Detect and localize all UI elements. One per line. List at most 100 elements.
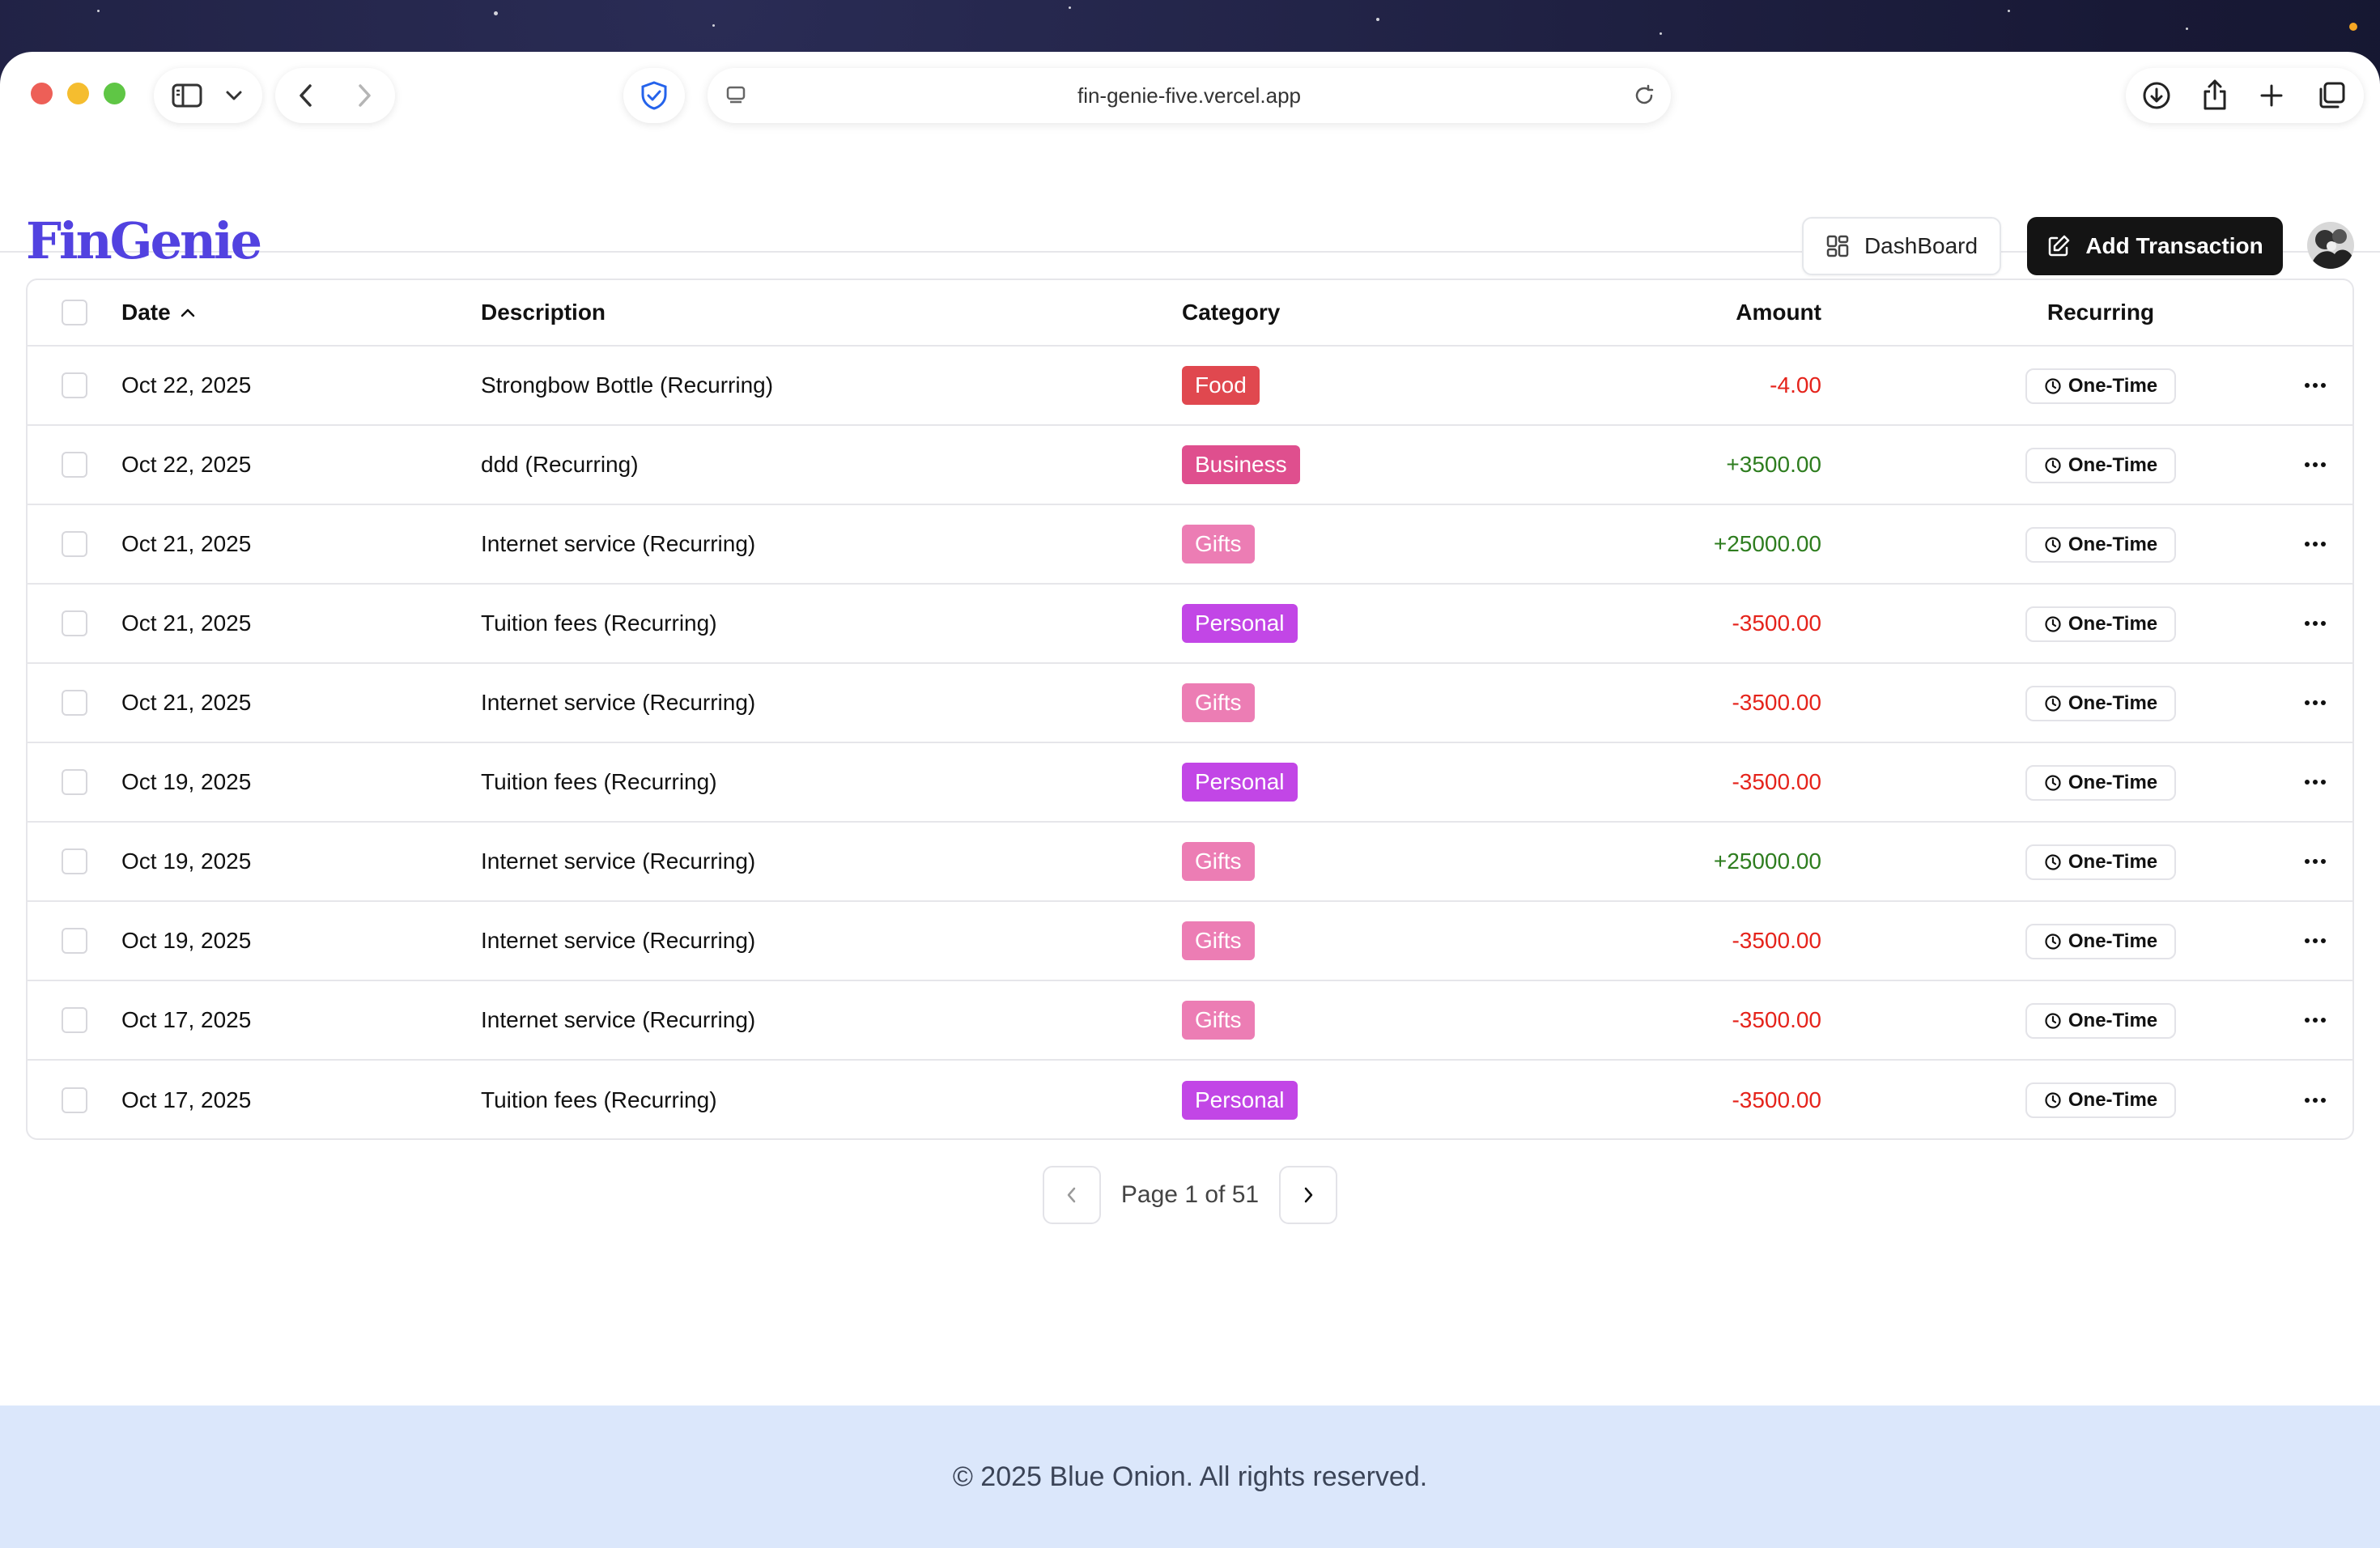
row-date: Oct 22, 2025 <box>121 372 252 398</box>
row-actions-button[interactable] <box>2291 981 2340 1059</box>
download-icon[interactable] <box>2140 79 2173 112</box>
date-header-label: Date <box>121 300 171 325</box>
chevron-down-icon[interactable] <box>220 84 248 107</box>
row-category-cell: Business <box>1182 426 1300 504</box>
clock-icon <box>2044 1091 2062 1109</box>
dashboard-button[interactable]: DashBoard <box>1802 217 2001 275</box>
row-actions-button[interactable] <box>2291 902 2340 980</box>
plus-icon[interactable] <box>2257 81 2286 110</box>
clock-icon <box>2044 933 2062 950</box>
recurring-label: One-Time <box>2068 375 2158 397</box>
page-footer: © 2025 Blue Onion. All rights reserved. <box>0 1406 2380 1548</box>
row-checkbox[interactable] <box>62 690 87 716</box>
dashboard-button-label: DashBoard <box>1864 233 1978 258</box>
address-bar[interactable]: fin-genie-five.vercel.app <box>708 68 1671 123</box>
sidebar-icon[interactable] <box>168 81 206 110</box>
tabs-icon[interactable] <box>2315 79 2348 112</box>
add-transaction-label: Add Transaction <box>2085 233 2263 258</box>
more-icon <box>2304 1017 2327 1023</box>
recurring-badge: One-Time <box>2025 606 2176 642</box>
row-category-cell: Gifts <box>1182 664 1255 742</box>
row-checkbox[interactable] <box>62 928 87 954</box>
row-category-cell: Gifts <box>1182 902 1255 980</box>
app-logo[interactable]: FinGenie <box>26 215 262 267</box>
minimize-window-button[interactable] <box>67 83 89 104</box>
share-icon[interactable] <box>2199 78 2231 112</box>
recurring-badge: One-Time <box>2025 924 2176 959</box>
row-checkbox[interactable] <box>62 769 87 795</box>
clock-icon <box>2044 615 2062 633</box>
user-avatar[interactable] <box>2307 222 2354 269</box>
category-badge: Personal <box>1182 604 1298 643</box>
row-date: Oct 21, 2025 <box>121 610 252 636</box>
row-date: Oct 21, 2025 <box>121 690 252 715</box>
row-actions-button[interactable] <box>2291 823 2340 900</box>
row-amount: +25000.00 <box>1713 531 1821 556</box>
clock-icon <box>2044 377 2062 395</box>
row-checkbox[interactable] <box>62 848 87 874</box>
next-page-button[interactable] <box>1279 1166 1337 1224</box>
table-row: Oct 17, 2025 Internet service (Recurring)… <box>28 981 2352 1061</box>
add-transaction-button[interactable]: Add Transaction <box>2027 217 2283 275</box>
recurring-label: One-Time <box>2068 692 2158 714</box>
row-date: Oct 21, 2025 <box>121 531 252 556</box>
row-description: Tuition fees (Recurring) <box>481 610 717 636</box>
category-column-header: Category <box>1182 300 1281 325</box>
row-amount: -3500.00 <box>1732 769 1821 794</box>
more-icon <box>2304 382 2327 389</box>
more-icon <box>2304 700 2327 706</box>
row-checkbox[interactable] <box>62 372 87 398</box>
row-amount: +3500.00 <box>1726 452 1821 477</box>
row-checkbox[interactable] <box>62 1087 87 1113</box>
recurring-label: One-Time <box>2068 613 2158 635</box>
row-category-cell: Gifts <box>1182 981 1255 1059</box>
row-amount: -3500.00 <box>1732 1087 1821 1112</box>
row-checkbox[interactable] <box>62 610 87 636</box>
row-actions-button[interactable] <box>2291 585 2340 662</box>
row-actions-button[interactable] <box>2291 347 2340 424</box>
recurring-label: One-Time <box>2068 930 2158 952</box>
row-description: Tuition fees (Recurring) <box>481 769 717 794</box>
chevron-left-icon <box>1066 1186 1077 1204</box>
row-actions-button[interactable] <box>2291 743 2340 821</box>
row-actions-button[interactable] <box>2291 664 2340 742</box>
row-amount: -4.00 <box>1770 372 1821 398</box>
reload-icon[interactable] <box>1630 83 1658 108</box>
row-checkbox[interactable] <box>62 452 87 478</box>
category-badge: Personal <box>1182 763 1298 802</box>
select-all-checkbox[interactable] <box>62 300 87 325</box>
category-badge: Food <box>1182 366 1260 405</box>
recurring-badge: One-Time <box>2025 448 2176 483</box>
forward-icon[interactable] <box>350 83 379 108</box>
row-category-cell: Personal <box>1182 585 1298 662</box>
more-icon <box>2304 620 2327 627</box>
row-actions-button[interactable] <box>2291 1061 2340 1138</box>
table-row: Oct 22, 2025 Strongbow Bottle (Recurring)… <box>28 347 2352 426</box>
row-category-cell: Food <box>1182 347 1260 424</box>
category-badge: Gifts <box>1182 921 1255 960</box>
row-description: Internet service (Recurring) <box>481 928 756 953</box>
row-checkbox[interactable] <box>62 531 87 557</box>
browser-toolbar: fin-genie-five.vercel.app <box>0 52 2380 136</box>
recurring-label: One-Time <box>2068 1010 2158 1031</box>
maximize-window-button[interactable] <box>104 83 125 104</box>
row-description: ddd (Recurring) <box>481 452 639 477</box>
table-row: Oct 21, 2025 Internet service (Recurring)… <box>28 664 2352 743</box>
back-icon[interactable] <box>291 83 321 108</box>
row-category-cell: Gifts <box>1182 823 1255 900</box>
close-window-button[interactable] <box>31 83 53 104</box>
clock-icon <box>2044 457 2062 474</box>
row-actions-button[interactable] <box>2291 426 2340 504</box>
more-icon <box>2304 461 2327 468</box>
date-column-header[interactable]: Date <box>121 280 197 345</box>
row-checkbox[interactable] <box>62 1007 87 1033</box>
row-description: Internet service (Recurring) <box>481 690 756 715</box>
shield-icon[interactable] <box>636 81 672 110</box>
recurring-badge: One-Time <box>2025 1082 2176 1118</box>
category-badge: Gifts <box>1182 842 1255 881</box>
table-row: Oct 17, 2025 Tuition fees (Recurring) Pers… <box>28 1061 2352 1138</box>
row-actions-button[interactable] <box>2291 505 2340 583</box>
previous-page-button[interactable] <box>1043 1166 1101 1224</box>
row-date: Oct 19, 2025 <box>121 769 252 794</box>
recurring-badge: One-Time <box>2025 844 2176 880</box>
